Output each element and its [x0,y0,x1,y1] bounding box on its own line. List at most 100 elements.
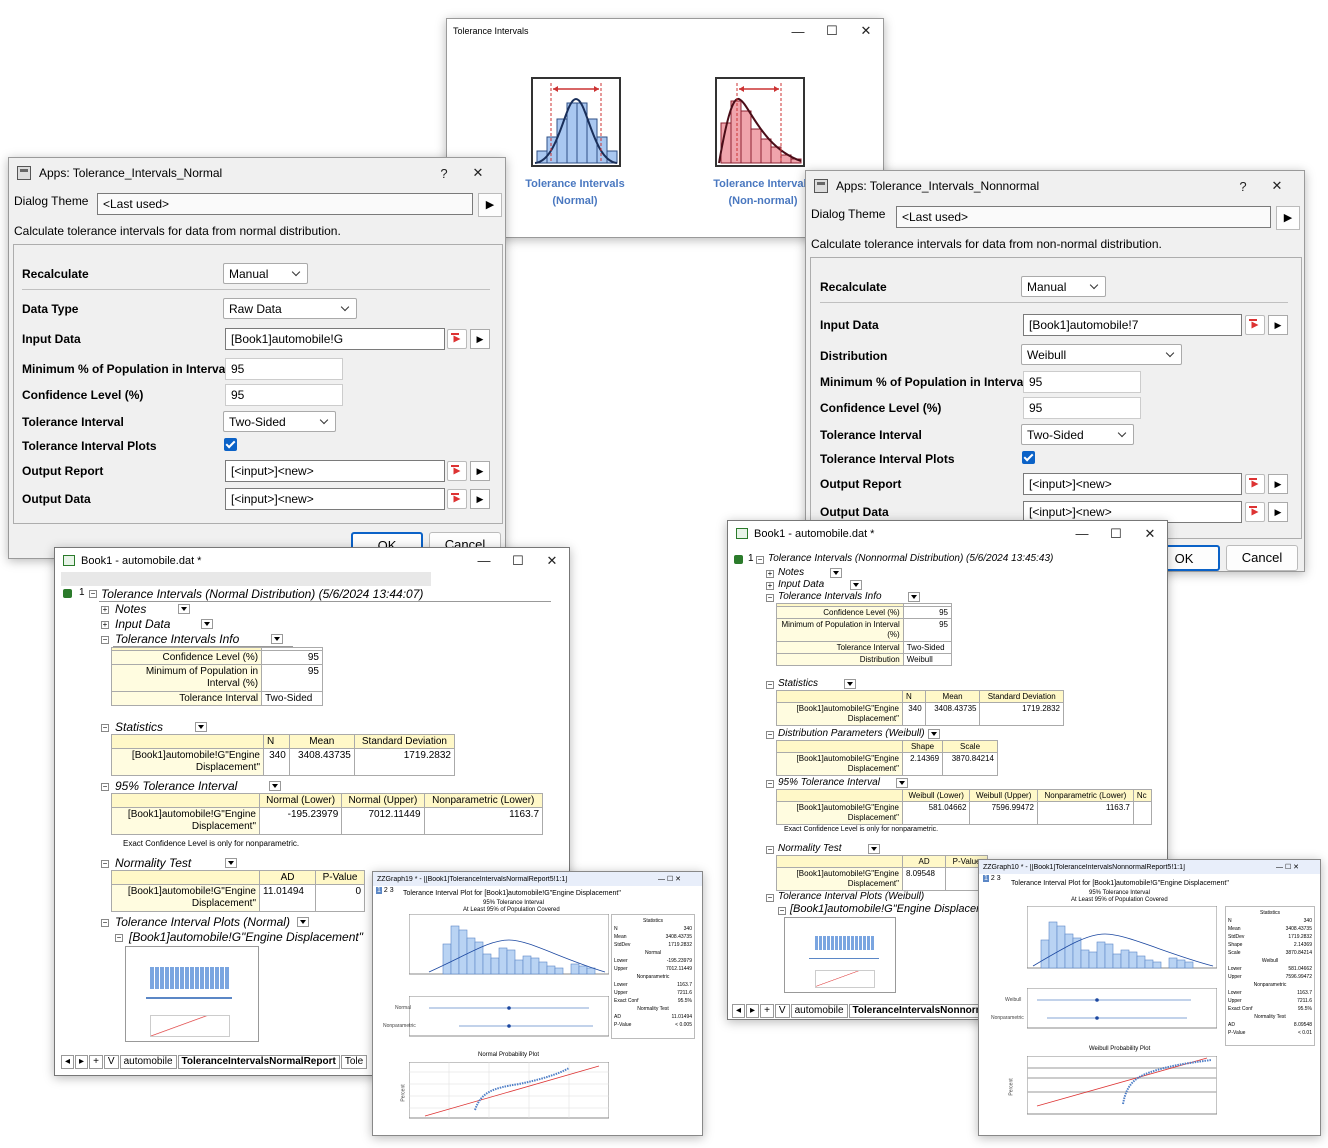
collapse-toggle[interactable]: − [101,860,109,868]
expand-toggle[interactable]: + [766,570,774,578]
collapse-toggle[interactable]: − [766,846,774,854]
report-arrow-button[interactable]: ▶ [470,461,490,481]
min-pop-input[interactable]: 95 [1023,371,1141,393]
graph-thumbnail[interactable] [125,946,259,1042]
collapse-toggle[interactable]: − [115,934,123,942]
sheet-list-button[interactable]: V [103,1055,119,1069]
collapse-toggle[interactable]: − [101,783,109,791]
add-sheet-button[interactable]: + [89,1055,103,1069]
select-range-icon[interactable] [447,461,467,481]
theme-arrow-button[interactable]: ▶ [478,193,502,217]
confidence-input[interactable]: 95 [1023,397,1141,419]
data-arrow-button[interactable]: ▶ [470,489,490,509]
min-pop-input[interactable]: 95 [225,358,343,380]
collapse-toggle[interactable]: − [766,731,774,739]
confidence-input[interactable]: 95 [225,384,343,406]
dropdown-icon[interactable] [868,844,880,854]
dropdown-icon[interactable] [271,634,283,644]
output-report-field[interactable]: [<input>]<new> [225,460,445,482]
notes-node[interactable]: Notes [778,567,804,578]
help-button[interactable]: ? [427,166,461,181]
input-data-node[interactable]: Input Data [115,617,170,631]
dropdown-icon[interactable] [850,580,862,590]
sheet-tab[interactable]: automobile [119,1055,177,1069]
dropdown-icon[interactable] [928,729,940,739]
report-arrow-button[interactable]: ▶ [1268,474,1288,494]
maximize-button[interactable]: ☐ [815,23,849,39]
theme-arrow-button[interactable]: ▶ [1276,206,1300,230]
select-range-icon[interactable] [1245,474,1265,494]
expand-toggle[interactable]: + [101,621,109,629]
input-data-field[interactable]: [Book1]automobile!G [225,328,445,350]
add-sheet-button[interactable]: + [760,1004,774,1018]
select-range-icon[interactable] [1245,502,1265,522]
sheet-tab-active[interactable]: ToleranceIntervalsNormalReport [177,1055,340,1069]
data-type-select[interactable]: Raw Data [223,298,357,319]
close-button[interactable]: ✕ [1260,178,1294,194]
collapse-toggle[interactable]: − [766,594,774,602]
scroll-left-button[interactable]: ◂ [61,1055,75,1069]
input-data-node[interactable]: Input Data [778,579,824,590]
collapse-toggle[interactable]: − [101,636,109,644]
minimize-button[interactable]: — [1065,526,1099,541]
scroll-right-button[interactable]: ▸ [746,1004,760,1018]
nonnormal-app-icon[interactable] [715,77,805,167]
input-arrow-button[interactable]: ▶ [470,329,490,349]
dropdown-icon[interactable] [269,781,281,791]
sheet-tab[interactable]: automobile [790,1004,848,1018]
interval-select[interactable]: Two-Sided [1021,424,1134,445]
data-arrow-button[interactable]: ▶ [1268,502,1288,522]
close-button[interactable]: ✕ [461,165,495,181]
help-button[interactable]: ? [1226,179,1260,194]
sheet-tab[interactable]: Tole [340,1055,368,1069]
collapse-toggle[interactable]: − [766,894,774,902]
scroll-right-button[interactable]: ▸ [75,1055,89,1069]
dropdown-icon[interactable] [830,568,842,578]
collapse-toggle[interactable]: − [89,590,97,598]
collapse-toggle[interactable]: − [766,681,774,689]
minimize-button[interactable]: — [467,553,501,568]
window-controls[interactable]: — ☐ ✕ [658,875,702,883]
close-button[interactable]: ✕ [1133,526,1167,542]
plots-checkbox[interactable] [224,438,237,451]
window-controls[interactable]: — ☐ ✕ [1276,863,1320,871]
close-button[interactable]: ✕ [849,23,883,39]
layer-tabs[interactable]: 1 2 3 [376,887,394,894]
collapse-toggle[interactable]: − [756,556,764,564]
maximize-button[interactable]: ☐ [1099,526,1133,542]
select-range-icon[interactable] [447,329,467,349]
theme-input[interactable]: <Last used> [896,206,1271,228]
scroll-left-button[interactable]: ◂ [732,1004,746,1018]
recalculate-select[interactable]: Manual [223,263,308,284]
collapse-toggle[interactable]: − [101,724,109,732]
collapse-toggle[interactable]: − [101,919,109,927]
dropdown-icon[interactable] [201,619,213,629]
expand-toggle[interactable]: + [101,606,109,614]
graph-thumbnail[interactable] [784,917,896,993]
normal-app-label[interactable]: Tolerance Intervals (Normal) [505,176,645,210]
expand-toggle[interactable]: + [766,582,774,590]
dropdown-icon[interactable] [908,592,920,602]
sheet-list-button[interactable]: V [774,1004,790,1018]
close-button[interactable]: ✕ [535,553,569,569]
distribution-select[interactable]: Weibull [1021,344,1182,365]
dropdown-icon[interactable] [297,917,309,927]
collapse-toggle[interactable]: − [778,907,786,915]
select-range-icon[interactable] [447,489,467,509]
select-range-icon[interactable] [1245,315,1265,335]
minimize-button[interactable]: — [781,24,815,39]
interval-select[interactable]: Two-Sided [223,411,336,432]
cancel-button[interactable]: Cancel [1226,545,1298,571]
maximize-button[interactable]: ☐ [501,553,535,569]
dropdown-icon[interactable] [195,722,207,732]
plots-checkbox[interactable] [1022,451,1035,464]
output-data-field[interactable]: [<input>]<new> [225,488,445,510]
collapse-toggle[interactable]: − [766,780,774,788]
dropdown-icon[interactable] [844,679,856,689]
dropdown-icon[interactable] [178,604,190,614]
dropdown-icon[interactable] [896,778,908,788]
input-data-field[interactable]: [Book1]automobile!7 [1023,314,1242,336]
normal-app-icon[interactable] [531,77,621,167]
dropdown-icon[interactable] [225,858,237,868]
output-report-field[interactable]: [<input>]<new> [1023,473,1242,495]
